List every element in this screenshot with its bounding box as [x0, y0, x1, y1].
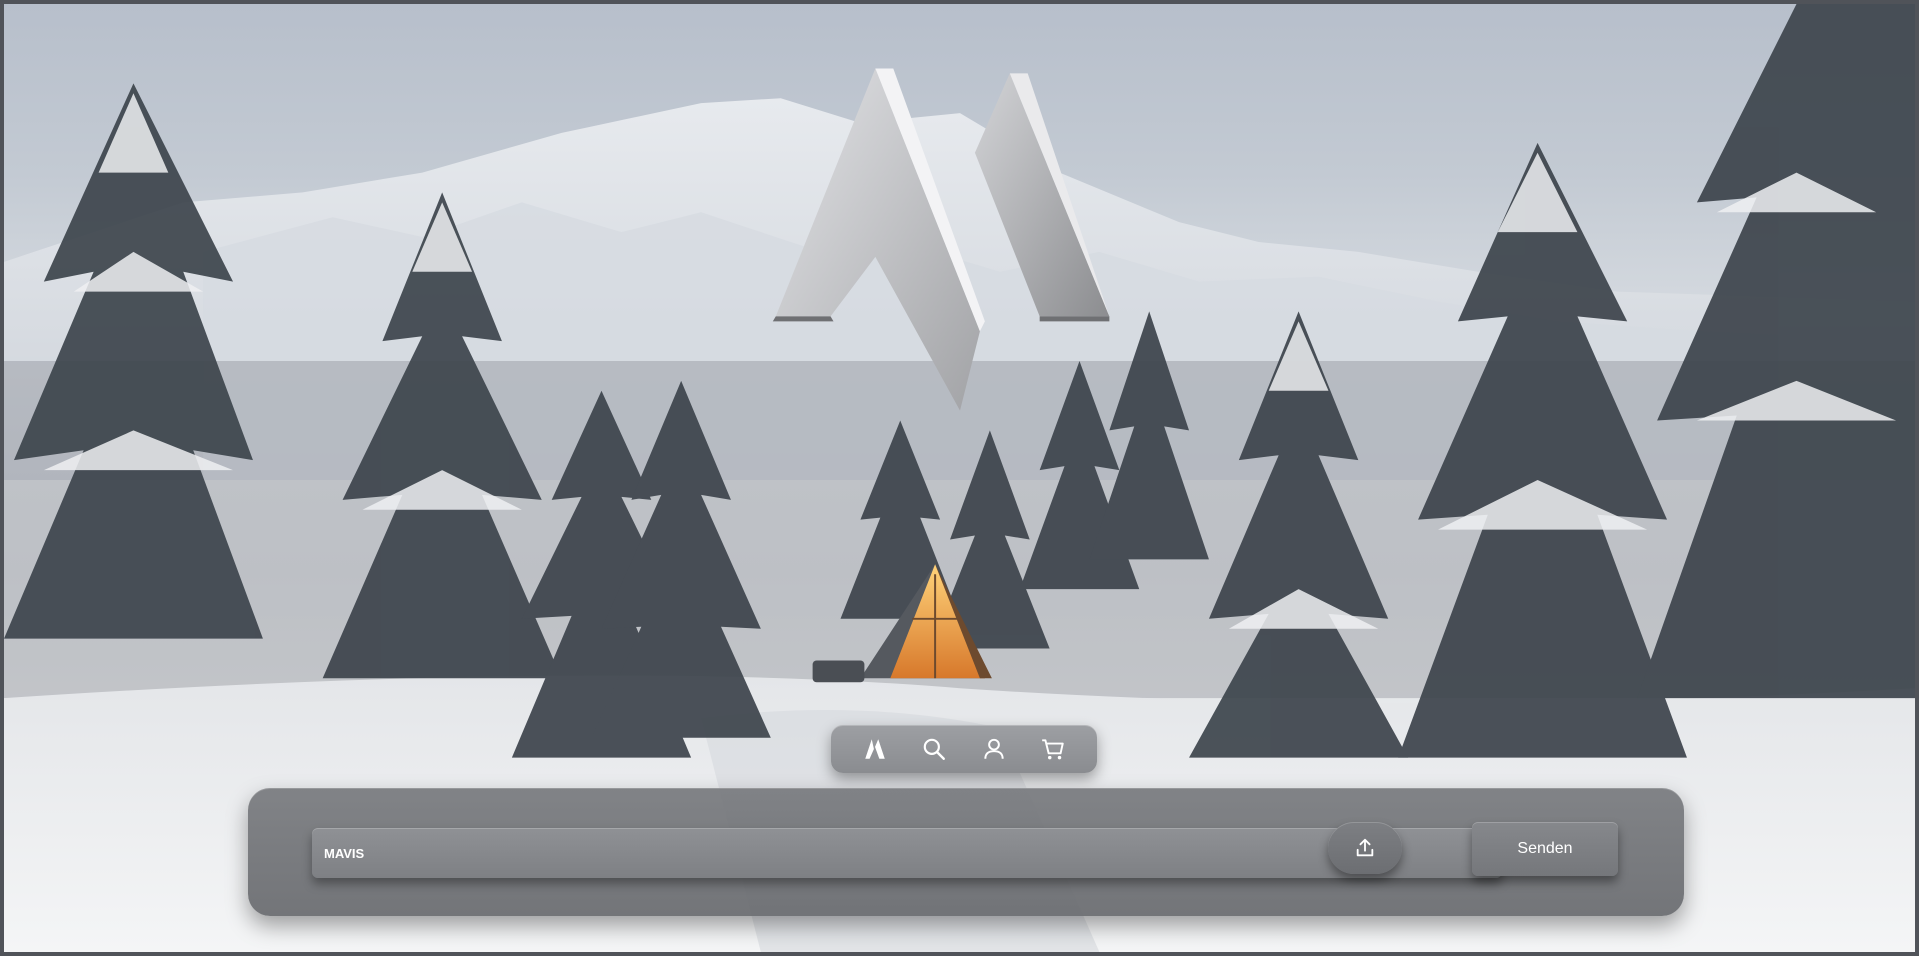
nav-account-button[interactable]: [974, 729, 1014, 769]
send-button[interactable]: Senden: [1472, 822, 1618, 876]
upload-button[interactable]: [1328, 822, 1402, 874]
search-icon: [923, 738, 946, 760]
chat-message-input[interactable]: [312, 828, 1502, 878]
logo-icon: [865, 739, 885, 759]
user-icon: [984, 738, 1004, 759]
bottom-nav-bar: [831, 725, 1097, 773]
nav-cart-button[interactable]: [1033, 729, 1073, 769]
nav-search-button[interactable]: [914, 729, 954, 769]
app-window: Senden: [0, 0, 1919, 956]
chat-input-bar: Senden: [248, 788, 1684, 916]
cart-icon: [1042, 739, 1064, 760]
upload-icon: [1356, 838, 1374, 857]
nav-home-button[interactable]: [855, 729, 895, 769]
